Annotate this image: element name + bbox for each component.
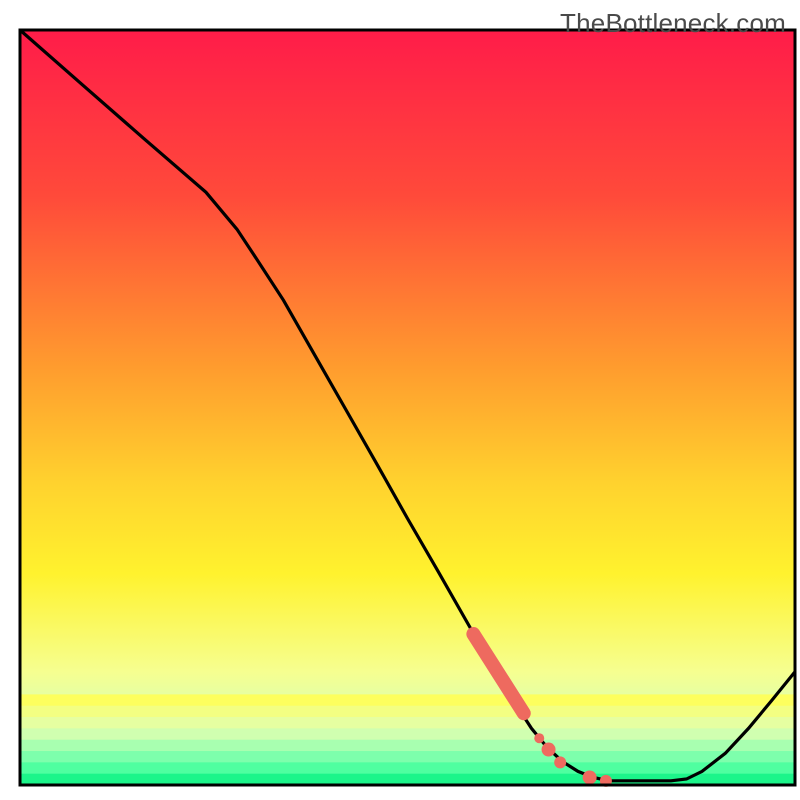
chart-svg (0, 0, 800, 800)
chart-container: TheBottleneck.com (0, 0, 800, 800)
highlight-dot (554, 756, 566, 768)
bottom-color-bands (20, 694, 795, 785)
highlight-dot (583, 770, 597, 784)
gradient-background (20, 30, 795, 785)
highlight-dot (542, 743, 556, 757)
watermark-text: TheBottleneck.com (560, 8, 786, 39)
highlight-dot (534, 733, 544, 743)
